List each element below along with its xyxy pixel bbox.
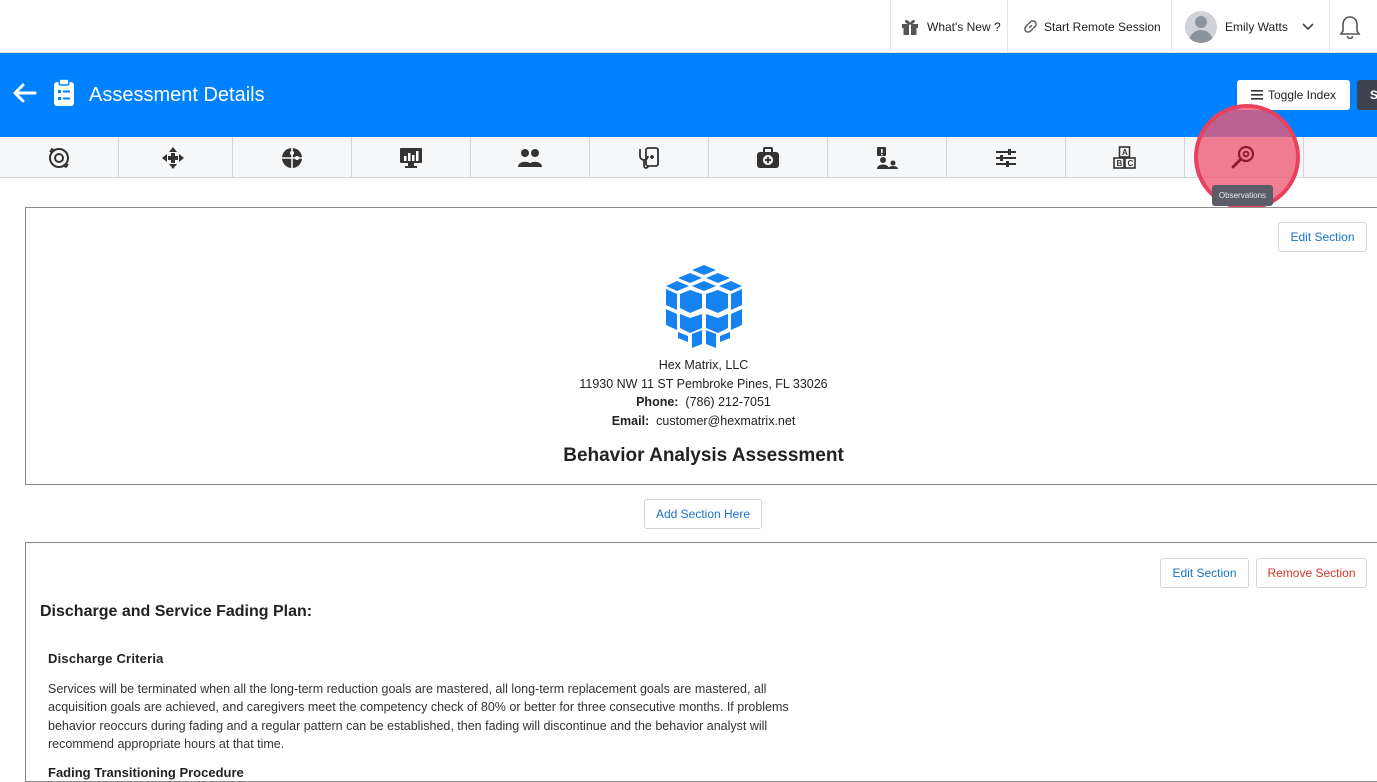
avatar xyxy=(1185,10,1217,43)
menu-icon xyxy=(1250,90,1263,100)
company-email: Email: customer@hexmatrix.net xyxy=(26,414,1377,428)
move-arrows-icon xyxy=(162,146,184,169)
toolbar-puzzle[interactable] xyxy=(233,137,352,178)
phone-value: (786) 212-7051 xyxy=(685,395,771,409)
fading-procedure-heading: Fading Transitioning Procedure xyxy=(48,765,244,780)
bell-icon xyxy=(1339,15,1361,39)
save-button[interactable]: S xyxy=(1357,80,1377,110)
sliders-icon xyxy=(996,148,1016,167)
email-value: customer@hexmatrix.net xyxy=(656,414,796,428)
page-title: Assessment Details xyxy=(89,84,265,106)
svg-text:A: A xyxy=(1122,148,1128,157)
remote-session-label: Start Remote Session xyxy=(1044,19,1161,34)
link-icon xyxy=(1024,20,1037,33)
clipboard-list-icon xyxy=(54,79,74,106)
toolbar-users[interactable] xyxy=(471,137,590,178)
email-label: Email: xyxy=(611,414,650,428)
abc-blocks-icon: AB C xyxy=(1113,145,1136,169)
section-title: Discharge and Service Fading Plan: xyxy=(40,603,313,620)
top-bar: What's New ? Start Remote Session Emily … xyxy=(0,0,1377,53)
chevron-down-icon xyxy=(1302,22,1314,30)
remove-section-button[interactable]: Remove Section xyxy=(1256,558,1367,588)
assessment-title: Behavior Analysis Assessment xyxy=(563,445,844,466)
edit-section-button[interactable]: Edit Section xyxy=(1278,222,1367,252)
notifications-button[interactable] xyxy=(1329,0,1377,53)
monitor-chart-icon xyxy=(400,147,422,168)
company-name: Hex Matrix, LLC xyxy=(658,358,749,372)
users-icon xyxy=(518,148,542,167)
svg-text:B: B xyxy=(1117,159,1123,168)
toolbar-target-refresh[interactable] xyxy=(0,137,119,178)
discharge-criteria-heading: Discharge Criteria xyxy=(48,651,164,666)
medical-kit-icon xyxy=(757,146,779,168)
toolbar-abc-blocks[interactable]: ABC xyxy=(1066,137,1185,178)
phone-label: Phone: xyxy=(636,395,679,409)
observations-search-icon[interactable] xyxy=(1230,144,1256,170)
svg-text:C: C xyxy=(1128,159,1134,168)
user-alert-icon xyxy=(877,146,898,169)
puzzle-icon xyxy=(282,147,302,168)
whats-new-button[interactable]: What's New ? xyxy=(890,0,1007,53)
toolbar-monitor-chart[interactable] xyxy=(352,137,471,178)
start-remote-session-button[interactable]: Start Remote Session xyxy=(1007,0,1171,53)
edit-section-button[interactable]: Edit Section xyxy=(1160,558,1249,588)
toggle-index-label: Toggle Index xyxy=(1267,88,1337,102)
user-menu[interactable]: Emily Watts xyxy=(1171,0,1329,53)
gift-icon xyxy=(902,19,918,35)
observations-tooltip: Observations xyxy=(1212,185,1273,206)
discharge-section-card: Edit Section Remove Section Discharge an… xyxy=(25,542,1377,782)
whats-new-label: What's New ? xyxy=(927,19,1001,34)
toolbar-move[interactable] xyxy=(114,137,233,178)
section-icon-toolbar: ABC xyxy=(0,137,1377,178)
stethoscope-icon xyxy=(639,146,659,169)
toolbar-pen[interactable] xyxy=(1304,137,1377,178)
toolbar-user-alert[interactable] xyxy=(828,137,947,178)
header-section-card: Edit Section Hex Matrix, LLC 11930 NW 11… xyxy=(25,207,1377,485)
back-arrow-icon[interactable] xyxy=(13,83,37,103)
page-header: Assessment Details Toggle Index S xyxy=(0,53,1377,137)
discharge-criteria-text: Services will be terminated when all the… xyxy=(48,682,789,751)
add-section-button[interactable]: Add Section Here xyxy=(644,499,762,529)
toolbar-stethoscope[interactable] xyxy=(590,137,709,178)
company-address: 11930 NW 11 ST Pembroke Pines, FL 33026 xyxy=(579,377,828,391)
toolbar-medical-kit[interactable] xyxy=(709,137,828,178)
company-phone: Phone: (786) 212-7051 xyxy=(26,395,1377,409)
toolbar-sliders[interactable] xyxy=(947,137,1066,178)
target-refresh-icon xyxy=(49,147,69,168)
company-logo-icon xyxy=(666,265,742,348)
user-name: Emily Watts xyxy=(1225,19,1288,34)
